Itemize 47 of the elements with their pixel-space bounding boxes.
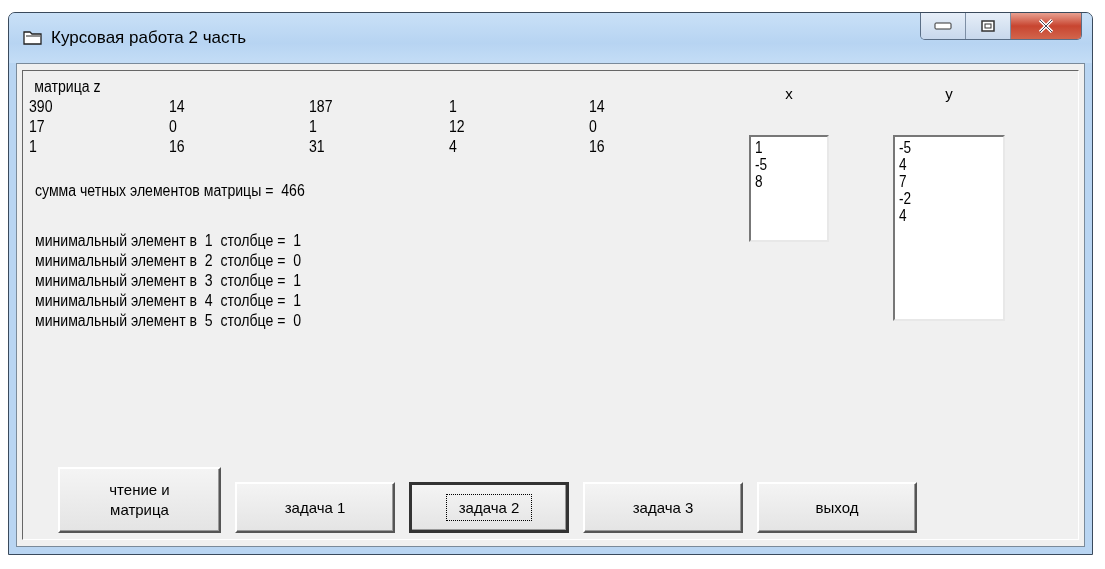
command-button[interactable]: задача 2 (409, 482, 569, 533)
matrix-cell: 390 (29, 97, 53, 117)
sum-result: сумма четных элементов матрицы = 466 (35, 181, 306, 201)
list-item[interactable]: 8 (755, 173, 763, 190)
list-item[interactable]: 7 (899, 173, 907, 190)
list-box[interactable]: 1 -5 8 (749, 135, 829, 242)
minimize-button[interactable] (921, 13, 966, 39)
list-label: y (945, 85, 953, 104)
min-element-line: минимальный элемент в 5 столбце = 0 (35, 311, 302, 331)
matrix-cell: 1 (29, 137, 37, 157)
command-button[interactable]: выход (757, 482, 917, 533)
matrix-cell: 16 (169, 137, 185, 157)
close-button[interactable] (1011, 13, 1081, 39)
matrix-cell: 16 (589, 137, 605, 157)
window-title: Курсовая работа 2 часть (51, 28, 247, 48)
matrix-cell: 1 (449, 97, 457, 117)
matrix-cell: 17 (29, 117, 45, 137)
list-item[interactable]: -2 (899, 190, 912, 207)
maximize-icon (981, 20, 995, 32)
matrix-cell: 14 (589, 97, 605, 117)
list-box[interactable]: -5 4 7 -2 4 (893, 135, 1005, 321)
minimize-icon (934, 22, 952, 30)
min-element-line: минимальный элемент в 1 столбце = 1 (35, 231, 302, 251)
min-element-line: минимальный элемент в 3 столбце = 1 (35, 271, 302, 291)
list-item[interactable]: 4 (899, 156, 907, 173)
command-button[interactable]: чтение и матрица (58, 467, 221, 533)
min-element-line: минимальный элемент в 2 столбце = 0 (35, 251, 302, 271)
matrix-cell: 4 (449, 137, 457, 157)
list-item[interactable]: 1 (755, 139, 763, 156)
min-element-line: минимальный элемент в 4 столбце = 1 (35, 291, 302, 311)
matrix-cell: 1 (309, 117, 317, 137)
window-app-icon (23, 30, 43, 46)
close-icon (1038, 19, 1054, 33)
maximize-button[interactable] (966, 13, 1011, 39)
matrix-label: матрица z (33, 77, 102, 97)
matrix-cell: 0 (589, 117, 597, 137)
matrix-cell: 31 (309, 137, 325, 157)
list-item[interactable]: 4 (899, 207, 907, 224)
matrix-cell: 187 (309, 97, 333, 117)
list-label: x (785, 85, 793, 104)
list-item[interactable]: -5 (899, 139, 912, 156)
command-button[interactable]: задача 3 (583, 482, 743, 533)
matrix-cell: 0 (169, 117, 177, 137)
matrix-cell: 12 (449, 117, 465, 137)
command-button[interactable]: задача 1 (235, 482, 395, 533)
list-item[interactable]: -5 (755, 156, 768, 173)
matrix-cell: 14 (169, 97, 185, 117)
